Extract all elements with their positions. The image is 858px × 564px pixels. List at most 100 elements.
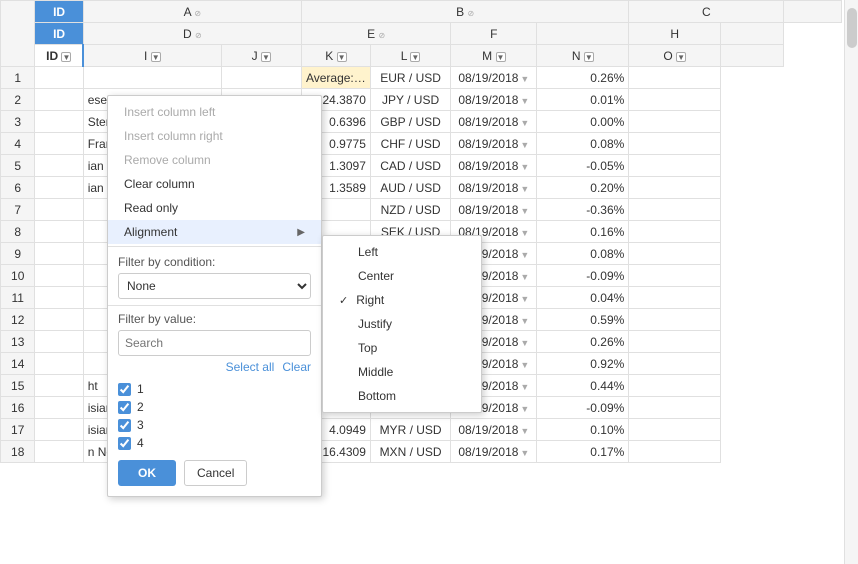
checkbox-3[interactable] <box>118 419 131 432</box>
cell-o[interactable]: 0.10% <box>537 419 629 441</box>
col-header-o[interactable]: O ▼ <box>629 45 721 67</box>
col-header-id-1[interactable]: ID <box>35 1 83 23</box>
menu-item-clear-col[interactable]: Clear column <box>108 172 321 196</box>
cell-id[interactable] <box>35 309 83 331</box>
cell-m[interactable]: NZD / USD <box>370 199 450 221</box>
cell-id[interactable] <box>35 287 83 309</box>
ok-button[interactable]: OK <box>118 460 176 486</box>
cell-n[interactable]: 08/19/2018▼ <box>451 155 537 177</box>
cell-id[interactable] <box>35 199 83 221</box>
menu-item-alignment[interactable]: Alignment ▶ <box>108 220 321 244</box>
cell-id[interactable] <box>35 265 83 287</box>
cell-m[interactable]: MXN / USD <box>370 441 450 463</box>
cancel-button[interactable]: Cancel <box>184 460 247 486</box>
col-header-h[interactable]: H <box>629 23 721 45</box>
cell-id[interactable] <box>35 133 83 155</box>
filter-icon-n[interactable]: ▼ <box>584 52 594 62</box>
cell-id[interactable] <box>35 441 83 463</box>
col-header-a[interactable]: A ⊘ <box>83 1 301 23</box>
select-all-link[interactable]: Select all <box>226 360 275 374</box>
cell-o[interactable]: 0.08% <box>537 243 629 265</box>
menu-item-insert-left[interactable]: Insert column left <box>108 100 321 124</box>
cell-o[interactable]: 0.04% <box>537 287 629 309</box>
col-header-n[interactable]: N ▼ <box>537 45 629 67</box>
cell-id[interactable] <box>35 375 83 397</box>
cell-id[interactable] <box>35 67 83 89</box>
cell-o[interactable]: 0.26% <box>537 67 629 89</box>
col-header-i[interactable]: I ▼ <box>83 45 221 67</box>
col-header-j[interactable]: J ▼ <box>221 45 301 67</box>
col-header-c[interactable]: C <box>629 1 784 23</box>
cell-o[interactable]: 0.16% <box>537 221 629 243</box>
filter-icon-o[interactable]: ▼ <box>676 52 686 62</box>
scrollbar-track[interactable] <box>844 0 858 564</box>
cell-o[interactable]: -0.05% <box>537 155 629 177</box>
submenu-item-left[interactable]: Left <box>323 240 481 264</box>
cell-n[interactable]: 08/19/2018▼ <box>451 133 537 155</box>
cell-n[interactable]: 08/19/2018▼ <box>451 419 537 441</box>
col-header-l[interactable]: L ▼ <box>370 45 450 67</box>
cell-id[interactable] <box>35 155 83 177</box>
cell-m[interactable]: CHF / USD <box>370 133 450 155</box>
cell-id[interactable] <box>35 177 83 199</box>
cell-n[interactable]: 08/19/2018▼ <box>451 199 537 221</box>
cell-o[interactable]: 0.44% <box>537 375 629 397</box>
clear-link[interactable]: Clear <box>282 360 311 374</box>
cell-id[interactable] <box>35 397 83 419</box>
col-header-f[interactable]: F <box>451 23 537 45</box>
cell-m[interactable]: AUD / USD <box>370 177 450 199</box>
sort-icon-d[interactable]: ⊘ <box>195 31 202 40</box>
cell-n[interactable]: 08/19/2018▼ <box>451 89 537 111</box>
cell-m[interactable]: JPY / USD <box>370 89 450 111</box>
submenu-item-right[interactable]: Right <box>323 288 481 312</box>
menu-item-read-only[interactable]: Read only <box>108 196 321 220</box>
search-input[interactable] <box>118 330 311 356</box>
cell-o[interactable]: 0.20% <box>537 177 629 199</box>
cell-n[interactable]: 08/19/2018▼ <box>451 441 537 463</box>
cell-o[interactable]: -0.09% <box>537 397 629 419</box>
cell-id[interactable] <box>35 221 83 243</box>
sort-icon-b[interactable]: ⊘ <box>467 9 474 18</box>
filter-icon-k[interactable]: ▼ <box>337 52 347 62</box>
submenu-item-middle[interactable]: Middle <box>323 360 481 384</box>
filter-icon-m[interactable]: ▼ <box>496 52 506 62</box>
filter-condition-select[interactable]: None <box>118 273 311 299</box>
cell-o[interactable]: 0.01% <box>537 89 629 111</box>
col-header-k[interactable]: K ▼ <box>301 45 370 67</box>
checkbox-2[interactable] <box>118 401 131 414</box>
cell-o[interactable]: -0.09% <box>537 265 629 287</box>
cell-o[interactable]: 0.08% <box>537 133 629 155</box>
cell-o[interactable]: 0.92% <box>537 353 629 375</box>
cell-id[interactable] <box>35 419 83 441</box>
cell-o[interactable]: 0.26% <box>537 331 629 353</box>
col-header-id-3[interactable]: ID ▼ <box>35 45 83 67</box>
col-header-e[interactable]: E ⊘ <box>301 23 450 45</box>
cell-m[interactable]: GBP / USD <box>370 111 450 133</box>
filter-icon-i[interactable]: ▼ <box>151 52 161 62</box>
submenu-item-center[interactable]: Center <box>323 264 481 288</box>
cell-id[interactable] <box>35 111 83 133</box>
submenu-item-bottom[interactable]: Bottom <box>323 384 481 408</box>
cell-k[interactable] <box>83 67 221 89</box>
cell-m[interactable]: MYR / USD <box>370 419 450 441</box>
col-header-g[interactable] <box>537 23 629 45</box>
cell-id[interactable] <box>35 353 83 375</box>
cell-o[interactable]: 0.00% <box>537 111 629 133</box>
menu-item-remove-col[interactable]: Remove column <box>108 148 321 172</box>
cell-o[interactable]: 0.59% <box>537 309 629 331</box>
cell-n[interactable]: 08/19/2018▼ <box>451 177 537 199</box>
submenu-item-top[interactable]: Top <box>323 336 481 360</box>
cell-m[interactable]: CAD / USD <box>370 155 450 177</box>
cell-m[interactable]: EUR / USD <box>370 67 450 89</box>
cell-n[interactable]: 08/19/2018▼ <box>451 111 537 133</box>
cell-o[interactable]: 0.17% <box>537 441 629 463</box>
filter-icon-j[interactable]: ▼ <box>261 52 271 62</box>
scrollbar-thumb[interactable] <box>847 8 857 48</box>
cell-id[interactable] <box>35 331 83 353</box>
sort-icon-a[interactable]: ⊘ <box>194 9 201 18</box>
filter-icon-l[interactable]: ▼ <box>410 52 420 62</box>
col-header-d[interactable]: D ⊘ <box>83 23 301 45</box>
sort-icon-e[interactable]: ⊘ <box>378 31 385 40</box>
checkbox-1[interactable] <box>118 383 131 396</box>
col-header-id-2[interactable]: ID <box>35 23 83 45</box>
